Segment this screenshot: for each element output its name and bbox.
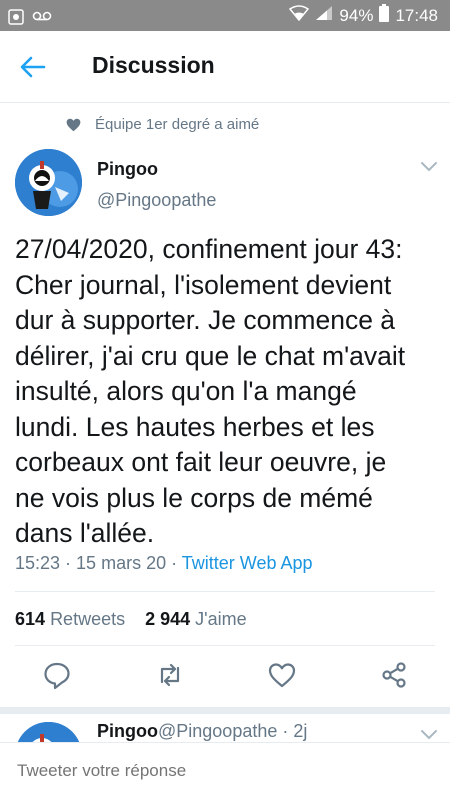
share-icon[interactable] (379, 660, 409, 690)
tweet-metadata: 15:23 · 15 mars 20 · Twitter Web App (15, 553, 313, 574)
reply-author-name[interactable]: Pingoo (97, 721, 158, 742)
battery-level: 94% (339, 5, 374, 25)
reply-composer (0, 742, 450, 801)
retweets-stat[interactable]: 614 Retweets (15, 609, 125, 630)
tweet-stats: 614 Retweets 2 944 J'aime (15, 609, 247, 630)
like-icon[interactable] (267, 660, 297, 690)
notification-icon (8, 8, 24, 25)
retweets-count: 614 (15, 609, 46, 629)
retweet-icon[interactable] (155, 660, 185, 690)
reply-author-handle: @Pingoopathe · 2j (158, 721, 308, 741)
battery-icon (379, 4, 390, 27)
back-arrow-icon[interactable] (18, 53, 48, 81)
voicemail-icon (32, 9, 52, 23)
reply-icon[interactable] (42, 660, 72, 690)
tweet-text: 27/04/2020, confinement jour 43: Cher jo… (15, 234, 406, 548)
section-separator (0, 707, 450, 714)
tweet-action-bar (0, 660, 450, 696)
tweet-source-link[interactable]: Twitter Web App (182, 553, 313, 573)
meta-separator: · (60, 553, 77, 573)
likes-label: J'aime (195, 609, 247, 629)
tweet-date: 15 mars 20 (76, 553, 167, 573)
signal-icon (315, 5, 333, 26)
top-app-bar: Discussion (0, 31, 450, 103)
divider (15, 591, 435, 592)
retweets-label: Retweets (50, 609, 126, 629)
reply-input[interactable] (15, 760, 439, 782)
page-title: Discussion (92, 52, 215, 78)
heart-icon (66, 118, 81, 132)
social-context-label: Équipe 1er degré a aimé (95, 116, 260, 133)
divider (15, 645, 435, 646)
clock: 17:48 (395, 5, 438, 25)
author-handle[interactable]: @Pingoopathe (97, 190, 216, 211)
likes-stat[interactable]: 2 944 J'aime (145, 609, 247, 630)
chevron-down-icon[interactable] (420, 160, 438, 172)
status-bar: 94% 17:48 (0, 0, 450, 31)
meta-separator: · (166, 553, 182, 573)
tweet-time: 15:23 (15, 553, 61, 573)
chevron-down-icon[interactable] (420, 728, 438, 740)
avatar[interactable] (15, 149, 82, 216)
author-name[interactable]: Pingoo (97, 159, 158, 180)
likes-count: 2 944 (145, 609, 191, 629)
wifi-icon (289, 5, 310, 26)
